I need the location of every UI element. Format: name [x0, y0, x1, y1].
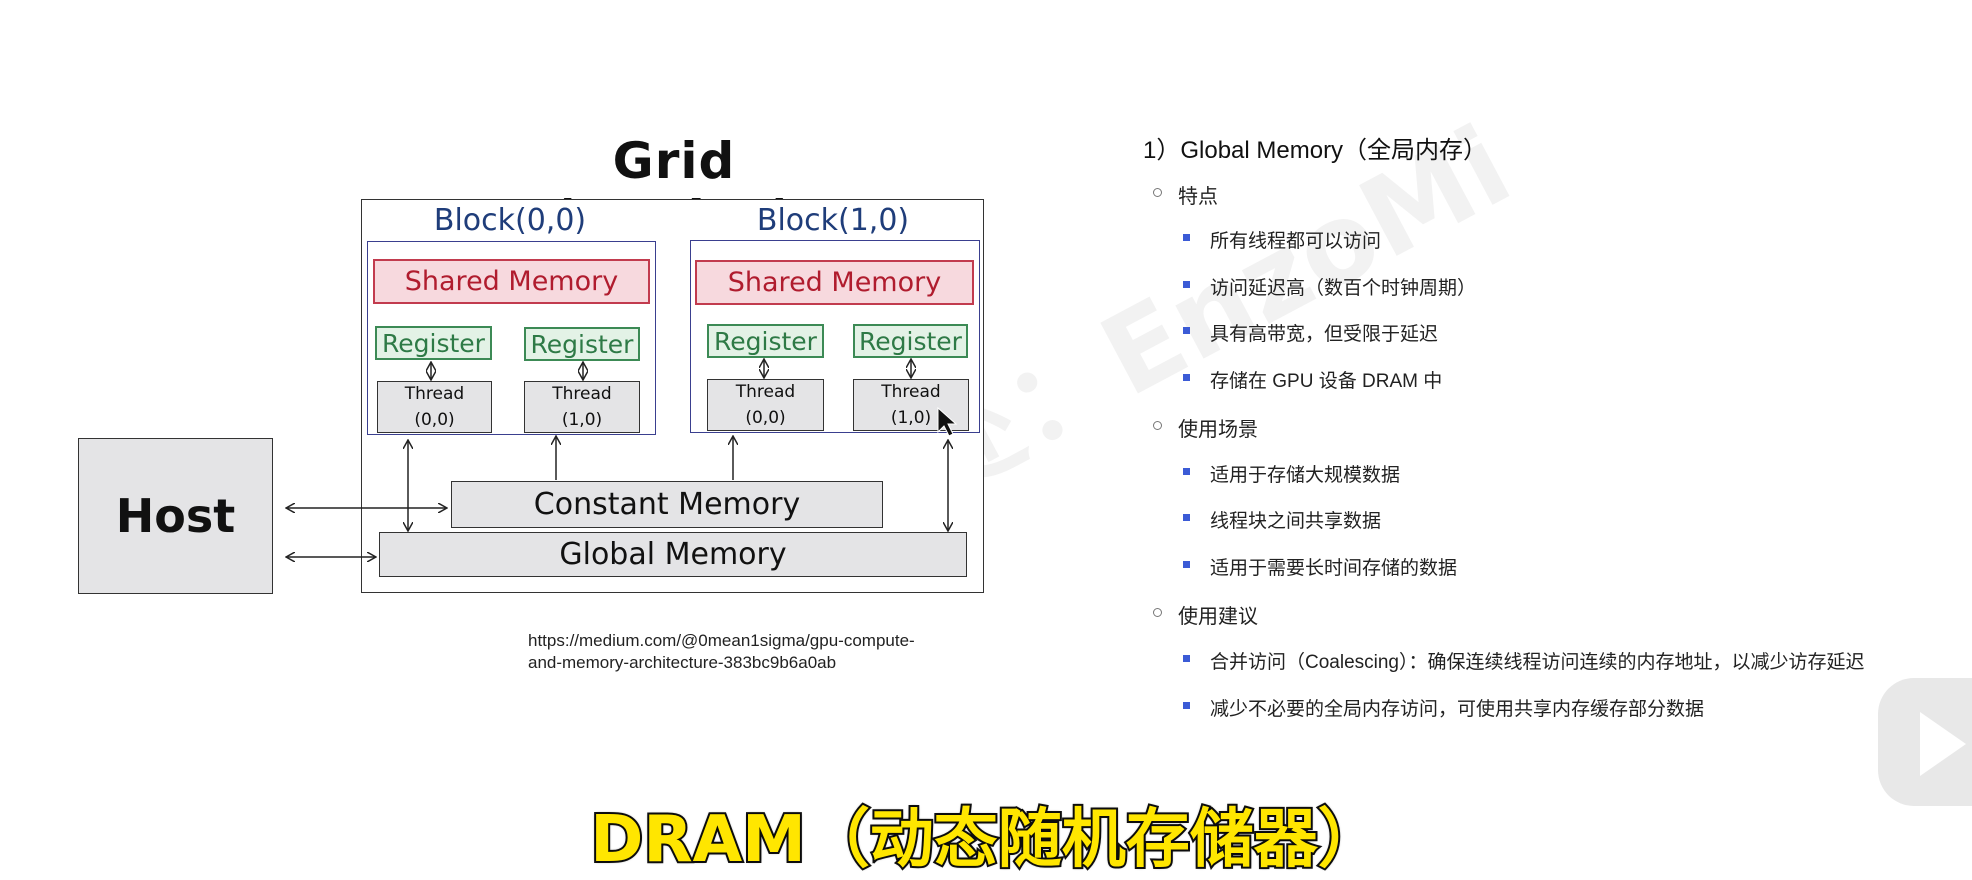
square-bullet-icon — [1183, 374, 1190, 381]
feature-item: 访问延迟高（数百个时钟周期） — [1210, 278, 1477, 299]
features-label: 特点 — [1178, 186, 1218, 208]
diagram-arrows — [0, 0, 958, 879]
mouse-cursor-icon — [937, 406, 958, 437]
source-url: https://medium.com/@0mean1sigma/gpu-comp… — [528, 630, 998, 674]
circle-bullet-icon — [1153, 608, 1162, 617]
square-bullet-icon — [1183, 281, 1190, 288]
source-url-line-1: https://medium.com/@0mean1sigma/gpu-comp… — [528, 631, 915, 650]
advice-item: 减少不必要的全局内存访问，可使用共享内存缓存部分数据 — [1210, 699, 1705, 720]
advice-item: 合并访问（Coalescing）：确保连续线程访问连续的内存地址，以减少访存延迟 — [1210, 652, 1865, 673]
scenario-item: 线程块之间共享数据 — [1210, 511, 1382, 532]
square-bullet-icon — [1183, 702, 1190, 709]
square-bullet-icon — [1183, 514, 1190, 521]
subtitle-caption: DRAM（动态随机存储器） — [588, 801, 1384, 879]
square-bullet-icon — [1183, 234, 1190, 241]
play-icon[interactable] — [1920, 712, 1966, 776]
source-url-line-2: and-memory-architecture-383bc9b6a0ab — [528, 653, 837, 672]
advice-label: 使用建议 — [1178, 606, 1258, 628]
circle-bullet-icon — [1153, 188, 1162, 197]
feature-item: 具有高带宽，但受限于延迟 — [1210, 324, 1439, 345]
circle-bullet-icon — [1153, 421, 1162, 430]
square-bullet-icon — [1183, 655, 1190, 662]
square-bullet-icon — [1183, 327, 1190, 334]
scenario-item: 适用于需要长时间存储的数据 — [1210, 558, 1458, 579]
notes-heading: 1）Global Memory（全局内存） — [1143, 137, 1488, 164]
scenario-item: 适用于存储大规模数据 — [1210, 465, 1401, 486]
square-bullet-icon — [1183, 468, 1190, 475]
scenarios-label: 使用场景 — [1178, 419, 1258, 441]
square-bullet-icon — [1183, 561, 1190, 568]
feature-item: 所有线程都可以访问 — [1210, 231, 1382, 252]
feature-item: 存储在 GPU 设备 DRAM 中 — [1210, 371, 1443, 392]
